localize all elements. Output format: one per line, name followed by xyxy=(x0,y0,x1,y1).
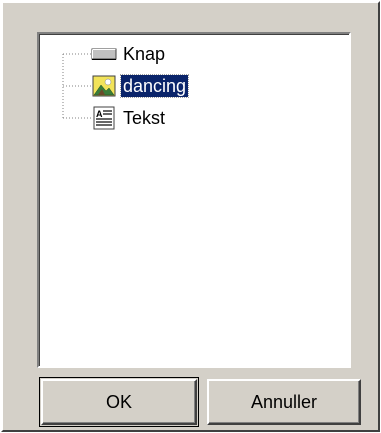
tree-item-tekst[interactable]: A Tekst xyxy=(89,106,167,130)
tree-view[interactable]: Knap dancing A Tekst xyxy=(37,32,351,368)
tree-item-label: Knap xyxy=(123,44,166,64)
tree-item-knap[interactable]: Knap xyxy=(89,42,167,66)
tree-connector-lines xyxy=(62,53,91,119)
button-icon xyxy=(89,42,119,66)
svg-text:A: A xyxy=(96,109,103,119)
text-icon: A xyxy=(89,106,119,130)
ok-button[interactable]: OK xyxy=(41,379,197,425)
tree-item-dancing[interactable]: dancing xyxy=(89,74,190,98)
picture-icon xyxy=(89,74,119,98)
tree-item-label: dancing xyxy=(119,74,190,98)
cancel-button[interactable]: Annuller xyxy=(207,379,361,425)
dialog-window: Knap dancing A Tekst OK Annuller xyxy=(1,1,380,432)
tree-item-label: Tekst xyxy=(123,108,166,128)
